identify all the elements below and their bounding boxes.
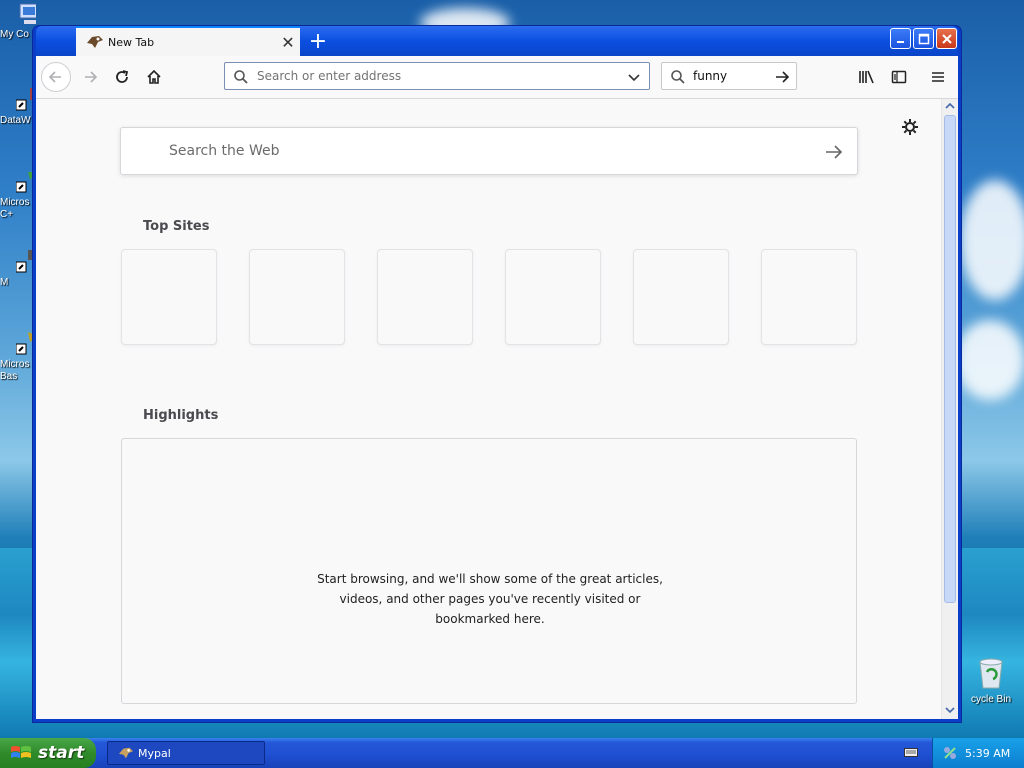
gear-icon[interactable] — [900, 117, 920, 137]
new-tab-page: Top Sites Highlights Start browsing, and… — [36, 99, 942, 719]
desktop-icon-my-computer[interactable]: My Co — [0, 2, 36, 41]
tab-new-tab[interactable]: New Tab ✕ — [76, 26, 300, 56]
arrow-left-icon — [48, 71, 61, 83]
desktop-icon-microsoft-cpp[interactable]: Micros C+ — [0, 170, 36, 221]
new-tab-button[interactable]: + — [306, 29, 330, 54]
web-search-box[interactable] — [120, 127, 858, 175]
recycle-bin-icon — [979, 658, 1003, 689]
search-icon — [234, 70, 248, 84]
sky-cloud — [955, 320, 1024, 400]
search-icon — [671, 70, 685, 84]
desktop-icon-recycle-bin[interactable]: cycle Bin — [958, 656, 1024, 705]
desktop-icon-label: DataW — [0, 115, 31, 126]
desktop-icon-label: M — [0, 277, 9, 288]
menu-button[interactable] — [923, 62, 953, 92]
taskbar: start Mypal 5:39 AM — [0, 738, 1024, 768]
clock[interactable]: 5:39 AM — [965, 747, 1010, 760]
top-site-tile[interactable] — [633, 249, 729, 345]
top-site-tile[interactable] — [761, 249, 857, 345]
system-tray: 5:39 AM — [932, 738, 1024, 768]
search-input[interactable] — [693, 68, 769, 84]
arrow-right-icon[interactable] — [823, 141, 845, 163]
home-icon — [147, 69, 161, 84]
address-bar[interactable] — [224, 62, 650, 90]
navigation-toolbar — [36, 56, 958, 99]
highlights-heading: Highlights — [143, 408, 219, 423]
minimize-button[interactable] — [890, 28, 911, 49]
chevron-down-icon[interactable] — [627, 70, 641, 84]
top-site-tile[interactable] — [249, 249, 345, 345]
tab-strip: New Tab ✕ + — [36, 26, 958, 56]
vertical-scrollbar[interactable] — [941, 99, 958, 719]
desktop-icon-label: My Co — [0, 29, 29, 40]
start-button[interactable]: start — [0, 738, 96, 768]
top-site-tile[interactable] — [505, 249, 601, 345]
close-icon — [941, 33, 952, 44]
scrollbar-thumb[interactable] — [944, 115, 956, 603]
desktop-icon-label: Micros Bas — [0, 359, 30, 382]
sky-cloud — [960, 180, 1024, 300]
desktop-icon-label: Micros C+ — [0, 197, 30, 220]
sidebar-button[interactable] — [884, 62, 914, 92]
reload-icon — [116, 70, 129, 83]
browser-window: New Tab ✕ + Search or enter address funn… — [33, 26, 961, 722]
computer-icon — [19, 3, 36, 24]
start-label: start — [38, 743, 85, 763]
tab-title: New Tab — [108, 35, 155, 49]
taskbar-item-label: Mypal — [138, 746, 171, 760]
top-site-tile[interactable] — [121, 249, 217, 345]
windows-logo-icon — [11, 746, 31, 758]
keyboard-icon[interactable] — [904, 746, 918, 758]
forward-button[interactable] — [75, 62, 105, 92]
reload-button[interactable] — [107, 62, 137, 92]
library-icon — [859, 70, 874, 84]
network-icon[interactable] — [943, 746, 957, 760]
arrow-right-icon — [85, 71, 98, 83]
hamburger-menu-icon — [932, 72, 944, 82]
close-window-button[interactable] — [936, 28, 957, 49]
desktop-icon-dataw[interactable]: DataW — [0, 88, 36, 127]
desktop-icon-m[interactable]: M — [0, 250, 36, 289]
highlights-panel: Start browsing, and we'll show some of t… — [121, 438, 857, 704]
highlights-empty-message: Start browsing, and we'll show some of t… — [317, 572, 663, 626]
web-search-input[interactable] — [167, 142, 771, 160]
maximize-icon — [918, 33, 929, 44]
minimize-icon — [896, 40, 904, 43]
sidebar-icon — [891, 70, 907, 84]
top-sites-heading: Top Sites — [143, 219, 210, 234]
back-button[interactable] — [41, 62, 71, 92]
mypal-favicon-icon — [119, 747, 133, 759]
address-input[interactable] — [257, 68, 617, 84]
library-button[interactable] — [852, 62, 882, 92]
close-tab-icon[interactable]: ✕ — [276, 30, 300, 54]
desktop-icon-microsoft-basic[interactable]: Micros Bas — [0, 332, 36, 383]
search-bar[interactable] — [661, 62, 797, 90]
desktop-icon-label: cycle Bin — [970, 694, 1011, 705]
taskbar-item-mypal[interactable]: Mypal — [107, 741, 265, 765]
top-sites-grid — [121, 249, 857, 345]
mypal-favicon-icon — [87, 36, 103, 48]
maximize-button[interactable] — [913, 28, 934, 49]
home-button[interactable] — [139, 62, 169, 92]
arrow-right-icon[interactable] — [774, 69, 790, 85]
scroll-down-arrow-icon[interactable] — [945, 705, 955, 715]
scroll-up-arrow-icon[interactable] — [945, 101, 955, 111]
top-site-tile[interactable] — [377, 249, 473, 345]
